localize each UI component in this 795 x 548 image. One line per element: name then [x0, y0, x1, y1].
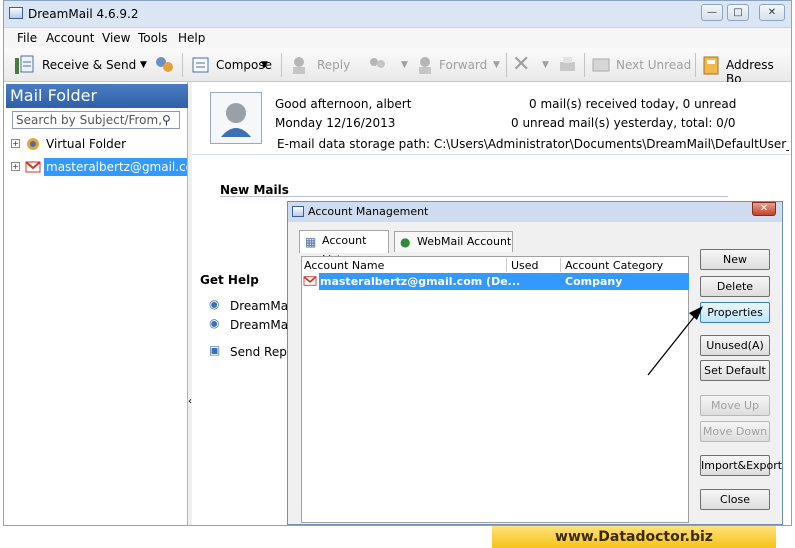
- move-up-button[interactable]: Move Up: [700, 395, 770, 416]
- menu-bar: File Account View Tools Help: [4, 28, 791, 48]
- import-export-button[interactable]: Import&Export: [700, 455, 782, 476]
- date-text: Monday 12/16/2013: [275, 116, 396, 130]
- column-header-used[interactable]: Used: [511, 259, 539, 272]
- unread-yesterday-text: 0 unread mail(s) yesterday, total: 0/0: [511, 116, 736, 130]
- tree-item-virtual-folder[interactable]: Virtual Folder: [46, 137, 126, 151]
- dialog-title: Account Management: [308, 205, 429, 218]
- help-doc-icon: ◉: [209, 297, 220, 311]
- greeting-text: Good afternoon, albert: [275, 97, 412, 111]
- chevron-down-icon[interactable]: ▼: [261, 60, 268, 70]
- delete-icon[interactable]: ✕: [512, 52, 530, 77]
- table-row[interactable]: masteralbertz@gmail.com (De... Company: [319, 273, 689, 290]
- move-down-button[interactable]: Move Down: [700, 421, 770, 442]
- close-button[interactable]: Close: [700, 489, 770, 510]
- avatar: [210, 92, 262, 144]
- get-help-heading: Get Help: [200, 273, 259, 287]
- print-icon[interactable]: [556, 54, 578, 76]
- maximize-icon[interactable]: □: [727, 4, 749, 21]
- address-book-icon: [703, 56, 719, 75]
- virtual-folder-icon: [27, 138, 39, 150]
- dialog-title-bar: Account Management ✕: [288, 202, 782, 222]
- accounts-icon[interactable]: [153, 54, 175, 76]
- dialog-close-icon[interactable]: ✕: [752, 202, 776, 216]
- toolbar: Receive & Send ▼ Compose ▼ Reply ▼ Forwa…: [4, 48, 791, 86]
- menu-account[interactable]: Account: [46, 31, 94, 45]
- compose-icon: [192, 57, 209, 73]
- menu-tools[interactable]: Tools: [138, 31, 168, 45]
- app-icon: [9, 7, 23, 19]
- unused-button[interactable]: Unused(A): [700, 335, 770, 356]
- account-list[interactable]: Account Name Used Account Category maste…: [301, 256, 689, 523]
- account-list-icon: ▦: [305, 235, 317, 249]
- chevron-down-icon[interactable]: ▼: [401, 60, 408, 70]
- mail-folder-header: Mail Folder: [6, 84, 188, 108]
- receive-send-button[interactable]: Receive & Send: [42, 58, 136, 72]
- new-button[interactable]: New: [700, 249, 770, 270]
- expand-icon[interactable]: +: [11, 162, 20, 171]
- dialog-icon: [292, 206, 304, 217]
- next-unread-button[interactable]: Next Unread: [616, 58, 691, 72]
- forward-button[interactable]: Forward: [439, 58, 487, 72]
- set-default-button[interactable]: Set Default: [700, 360, 770, 381]
- help-link[interactable]: Send Repo: [230, 345, 294, 359]
- reply-button[interactable]: Reply: [317, 58, 350, 72]
- gmail-icon: [25, 161, 41, 173]
- chevron-down-icon[interactable]: ▼: [140, 60, 147, 70]
- column-header-account-name[interactable]: Account Name: [304, 259, 384, 272]
- search-input[interactable]: Search by Subject/From,: [12, 111, 180, 129]
- tab-account-list[interactable]: ▦ Account List: [299, 230, 389, 266]
- folder-pane: Mail Folder Search by Subject/From, ⚲ + …: [4, 82, 188, 525]
- user-avatar-icon: [221, 103, 251, 137]
- menu-file[interactable]: File: [17, 31, 37, 45]
- close-icon[interactable]: ✕: [759, 4, 785, 21]
- help-doc-icon: ◉: [209, 316, 220, 330]
- new-mails-heading: New Mails: [220, 183, 289, 197]
- watermark-banner: www.Datadoctor.biz: [492, 526, 776, 548]
- minimize-icon[interactable]: —: [701, 4, 723, 21]
- tab-webmail-account[interactable]: ● WebMail Account: [394, 231, 513, 252]
- reply-icon: [293, 57, 305, 74]
- reply-all-icon: [370, 58, 385, 68]
- chevron-down-icon[interactable]: ▼: [493, 60, 500, 70]
- pointer-arrow-icon: [647, 306, 703, 376]
- window-title: DreamMail 4.6.9.2: [28, 7, 139, 21]
- globe-icon: ●: [400, 235, 411, 249]
- column-header-account-category[interactable]: Account Category: [565, 259, 663, 272]
- menu-help[interactable]: Help: [178, 31, 205, 45]
- received-today-text: 0 mail(s) received today, 0 unread: [529, 97, 737, 111]
- account-category-cell: Company: [565, 275, 623, 288]
- next-unread-icon: [592, 58, 610, 72]
- title-bar: DreamMail 4.6.9.2 — □ ✕: [4, 1, 791, 28]
- send-report-icon: ▣: [209, 343, 221, 357]
- expand-icon[interactable]: +: [11, 139, 20, 148]
- storage-path-text: E-mail data storage path: C:\Users\Admin…: [277, 137, 789, 151]
- properties-button[interactable]: Properties: [700, 302, 770, 323]
- search-icon[interactable]: ⚲: [162, 113, 171, 127]
- tree-item-gmail-account[interactable]: masteralbertz@gmail.com: [44, 158, 187, 176]
- help-link[interactable]: DreamMail: [230, 299, 295, 313]
- receive-send-icon: [15, 55, 34, 74]
- chevron-down-icon[interactable]: ▼: [542, 60, 549, 70]
- menu-view[interactable]: View: [102, 31, 130, 45]
- forward-icon: [419, 57, 431, 74]
- help-link[interactable]: DreamMail: [230, 318, 295, 332]
- delete-button[interactable]: Delete: [700, 276, 770, 297]
- account-name-cell: masteralbertz@gmail.com (De...: [320, 275, 521, 288]
- gmail-icon: [303, 276, 317, 286]
